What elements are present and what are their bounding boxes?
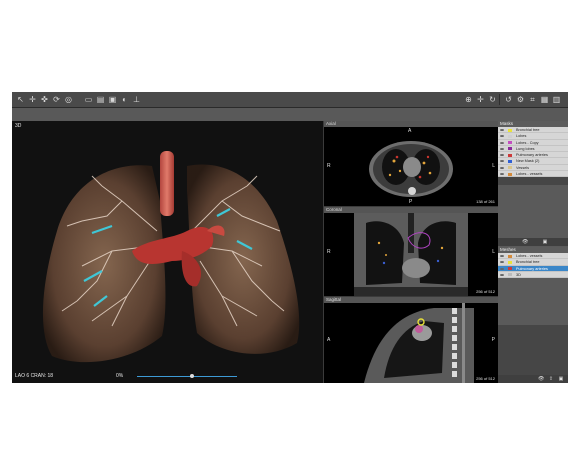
move-icon[interactable]: ✜ [40, 95, 49, 104]
opacity-slider-handle[interactable] [190, 374, 194, 378]
side-panel: Masks Bronchial tree Lobes Lobes - Copy Lun… [498, 121, 568, 383]
visibility-eye-icon[interactable] [500, 173, 504, 176]
visibility-eye-icon[interactable] [500, 166, 504, 169]
settings-icon[interactable]: ⚙ [516, 95, 525, 104]
masks-actions: 👁 ▣ [498, 238, 568, 246]
grid-icon[interactable]: ▥ [552, 95, 561, 104]
refresh-icon[interactable]: ↻ [488, 95, 497, 104]
export-icon[interactable]: ⇪ [548, 376, 554, 382]
coronal-ct-image [354, 213, 468, 296]
color-swatch[interactable] [508, 134, 512, 138]
toolbar-divider [499, 94, 500, 105]
axial-slice-counter: 138 of 261 [476, 199, 495, 204]
window-icon[interactable]: ▤ [96, 95, 105, 104]
sagittal-view[interactable]: A P 256 of 512 [324, 303, 498, 383]
sagittal-right-marker: P [491, 337, 495, 343]
axial-bottom-marker: P [409, 199, 413, 205]
show-mesh-icon[interactable]: 👁 [538, 376, 544, 382]
measure-icon[interactable]: ⊥ [132, 95, 141, 104]
color-swatch[interactable] [508, 141, 512, 145]
reset-icon[interactable]: ↺ [504, 95, 513, 104]
viewport-3d[interactable]: 3D LAO 6 CRAN: 18 0% [12, 121, 323, 383]
pan-icon[interactable]: ✛ [28, 95, 37, 104]
delete-icon[interactable]: ▣ [542, 239, 548, 245]
color-swatch[interactable] [508, 254, 512, 258]
masks-list: Bronchial tree Lobes Lobes - Copy Lung lobe… [498, 127, 568, 178]
application-window: ↖ ✛ ✜ ⟳ ◎ ▭ ▤ ▣ ◐ ⊥ ⊕ ✛ ↻ ↺ ⚙ ⌗ ▦ ▥ 3D L… [12, 92, 568, 383]
arrow-icon[interactable]: ↖ [16, 95, 25, 104]
color-swatch[interactable] [508, 166, 512, 170]
color-swatch[interactable] [508, 260, 512, 264]
visibility-eye-icon[interactable] [500, 141, 504, 144]
sagittal-ct-image [364, 303, 474, 383]
mask-list-item[interactable]: Lobes - vessels [498, 171, 568, 178]
trachea [160, 151, 174, 216]
coronal-left-marker: R [327, 249, 331, 255]
lung-3d-render [12, 121, 323, 383]
palette-icon[interactable]: ◐ [120, 95, 129, 104]
meshes-list: Lobes - vessels Bronchial tree Pulmonary a… [498, 253, 568, 279]
visibility-eye-icon[interactable] [500, 160, 504, 163]
orientation-readout: LAO 6 CRAN: 18 [15, 373, 54, 379]
viewport-3d-label: 3D [15, 123, 22, 129]
show-icon[interactable]: 👁 [522, 239, 528, 245]
meshes-actions: 👁 ⇪ ▣ [498, 375, 568, 383]
visibility-eye-icon[interactable] [500, 147, 504, 150]
layout-icon[interactable]: ▭ [84, 95, 93, 104]
visibility-eye-icon[interactable] [500, 255, 504, 257]
zoom-in-icon[interactable]: ⊕ [464, 95, 473, 104]
axial-left-marker: R [327, 163, 331, 169]
color-swatch[interactable] [508, 128, 512, 132]
opacity-slider-track[interactable] [137, 376, 237, 377]
image-icon[interactable]: ▣ [108, 95, 117, 104]
screenshot-icon[interactable]: ▦ [540, 95, 549, 104]
visibility-eye-icon[interactable] [500, 129, 504, 131]
crosshair-icon[interactable]: ✛ [476, 95, 485, 104]
color-swatch[interactable] [508, 267, 512, 271]
axial-view[interactable]: A R L P 138 of 261 [324, 127, 498, 206]
item-label: 3D [516, 272, 521, 277]
item-label: Lobes - vessels [516, 172, 543, 177]
color-swatch[interactable] [508, 147, 512, 151]
coronal-right-marker: L [492, 249, 495, 255]
color-swatch[interactable] [508, 273, 512, 277]
sagittal-left-marker: A [327, 337, 331, 343]
visibility-eye-icon[interactable] [500, 273, 504, 276]
coronal-view[interactable]: R L 256 of 512 [324, 213, 498, 296]
opacity-label: 0% [116, 373, 124, 379]
tab-strip [12, 108, 568, 121]
sagittal-slice-counter: 256 of 512 [476, 376, 495, 381]
mesh-list-item[interactable]: 3D [498, 272, 568, 279]
color-swatch[interactable] [508, 153, 512, 157]
visibility-eye-icon[interactable] [500, 135, 504, 138]
visibility-eye-icon[interactable] [500, 261, 504, 264]
coronal-slice-counter: 256 of 512 [476, 289, 495, 294]
visibility-eye-icon[interactable] [500, 267, 504, 270]
axial-ct-image [369, 141, 453, 197]
axial-right-marker: L [492, 163, 495, 169]
main-toolbar: ↖ ✛ ✜ ⟳ ◎ ▭ ▤ ▣ ◐ ⊥ ⊕ ✛ ↻ ↺ ⚙ ⌗ ▦ ▥ [12, 92, 568, 108]
color-swatch[interactable] [508, 160, 512, 164]
visibility-eye-icon[interactable] [500, 154, 504, 157]
axial-top-marker: A [408, 128, 412, 134]
target-icon[interactable]: ◎ [64, 95, 73, 104]
color-swatch[interactable] [508, 172, 512, 176]
mesh-delete-icon[interactable]: ▣ [558, 376, 564, 382]
crop-icon[interactable]: ⌗ [528, 95, 537, 104]
rotate-icon[interactable]: ⟳ [52, 95, 61, 104]
